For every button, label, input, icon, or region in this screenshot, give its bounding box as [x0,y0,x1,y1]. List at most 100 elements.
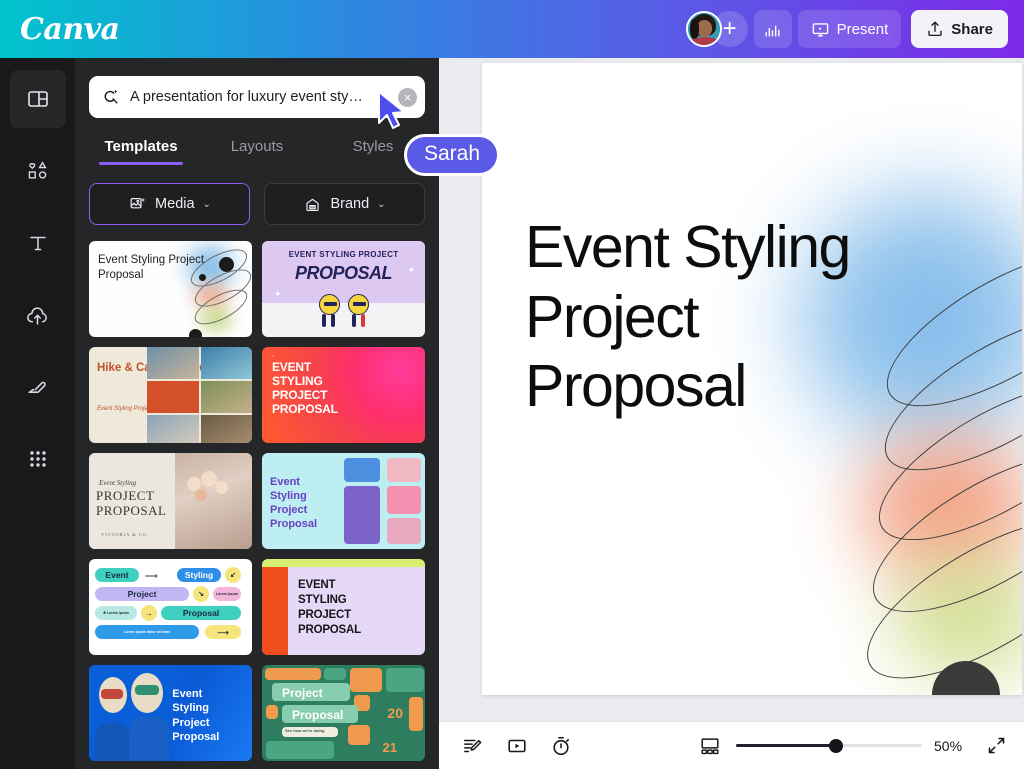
sparkle-icon: ✦ [274,289,282,299]
zoom-slider[interactable] [736,738,922,754]
decorative-dot [189,329,202,337]
template-card[interactable]: Hike & Camp Friends Event Styling Projec… [89,347,252,443]
bar-chart-icon [765,25,780,37]
brand-filter-button[interactable]: Brand ⌄ [264,183,425,225]
slide[interactable]: Event Styling Project Proposal [482,63,1022,695]
zoom-level: 50% [934,737,963,754]
grid-tile [409,697,423,731]
search-box[interactable]: A presentation for luxury event sty… × [89,76,425,118]
template-tag: ⌁ [272,353,275,358]
media-filter-label: Media [155,196,195,212]
duration-button[interactable] [503,732,531,760]
template-card[interactable]: ⌁ EVENT STYLING PROJECT PROPOSAL [262,347,425,443]
template-card[interactable]: EVENT STYLING PROJECT PROPOSAL [262,559,425,655]
arrow-icon: ⟶ [145,571,158,581]
grid-number: 21 [382,740,397,755]
template-card[interactable]: Event Styling Project Proposal [262,453,425,549]
top-bar: Canva + Present Share [0,0,1024,58]
tab-templates[interactable]: Templates [83,132,199,165]
template-card[interactable]: Event ⟶ Styling ↙ Project ↘ Lorem ipsum … [89,559,252,655]
collage-photo [200,415,252,443]
template-band [262,559,425,567]
grid-note: See how we're doing [285,728,325,733]
photo-shape [95,723,131,761]
present-button[interactable]: Present [797,10,902,48]
slide-title[interactable]: Event Styling Project Proposal [525,213,945,422]
share-button[interactable]: Share [911,10,1008,48]
templates-panel: A presentation for luxury event sty… × T… [75,58,439,769]
insights-button[interactable] [753,10,792,48]
template-wave-shape [262,567,288,655]
flow-pill: Styling [177,568,221,582]
template-card[interactable]: EVENT STYLING PROJECT PROPOSAL ✦ ✦ [262,241,425,337]
decorative-dot [199,274,206,281]
grid-number: 20 [387,705,403,721]
tab-layouts[interactable]: Layouts [199,132,315,165]
sidebar-item-panel-toggle[interactable] [9,70,66,128]
collage-photo [147,415,199,443]
template-title: PROJECT PROPOSAL [96,488,167,518]
sidebar-item-text[interactable] [10,214,66,272]
collage-photo [147,381,199,413]
photo-shape [129,717,169,761]
flow-pill: Proposal [161,606,241,620]
fullscreen-button[interactable] [982,732,1010,760]
template-card[interactable]: Project Proposal 20 See how we're doing … [262,665,425,761]
sidebar-item-apps[interactable] [10,430,66,488]
template-title: Event Styling Project Proposal [270,476,318,531]
grid-tile [324,668,346,680]
flow-pill: ⟶ [205,625,241,639]
timer-button[interactable] [547,732,575,760]
grid-tile [265,668,321,680]
search-input[interactable]: A presentation for luxury event sty… [130,89,389,105]
flower-shape [195,489,208,501]
photo-shape [135,685,159,695]
sidebar-item-elements[interactable] [10,142,66,200]
notes-button[interactable] [459,732,487,760]
sidebar-item-draw[interactable] [10,358,66,416]
collage-tile [344,458,381,482]
flow-pill: Project [95,587,189,601]
canva-editor: Canva + Present Share A presentation for… [0,0,1024,769]
template-photo [89,665,174,761]
template-title: EVENT STYLING PROJECT PROPOSAL [272,360,338,417]
character-leg [351,314,356,327]
avatar-body [689,37,720,45]
avatar-face [696,20,712,37]
media-sparkle-icon [130,197,146,208]
template-footer: VICTORIA & CO. [101,532,150,537]
flow-pill: Lorem ipsum dolor sit amet [95,625,199,639]
flow-node: ↘ [193,586,209,602]
grid-tile [266,705,278,719]
left-rail [0,58,75,769]
flow-pill: Event [95,568,139,582]
canvas-area[interactable]: Event Styling Project Proposal [439,58,1024,769]
template-title: EVENT STYLING PROJECT PROPOSAL [298,579,361,636]
top-bar-actions: + Present Share [685,10,1008,48]
notes-pencil-icon [464,739,482,752]
sparkle-icon: ✦ [407,265,415,275]
template-card[interactable]: Event Styling Project Proposal [89,665,252,761]
media-filter-button[interactable]: Media ⌄ [89,183,250,225]
collage-photo [200,381,252,413]
grid-dots-icon [29,451,46,467]
template-eyebrow: Event Styling [99,479,137,487]
template-title: PROPOSAL [294,263,393,283]
collage-tile [344,486,381,544]
flow-pill: Lorem ipsum [213,587,241,601]
grid-view-button[interactable] [696,732,724,760]
canva-logo[interactable]: Canva [20,12,120,47]
flower-shape [215,481,229,494]
play-duration-icon [508,739,526,752]
template-card[interactable]: Event Styling PROJECT PROPOSAL VICTORIA &… [89,453,252,549]
grid-tile [348,725,370,745]
clear-search-button[interactable]: × [398,87,417,107]
chevron-down-icon: ⌄ [202,198,211,210]
slider-knob[interactable] [829,738,843,753]
present-screen-icon [812,22,828,37]
template-card[interactable]: Event Styling Project Proposal [89,241,252,337]
collage-tile [387,458,421,482]
avatar[interactable] [685,11,722,47]
collage-photo [147,347,199,379]
sidebar-item-uploads[interactable] [10,286,66,344]
